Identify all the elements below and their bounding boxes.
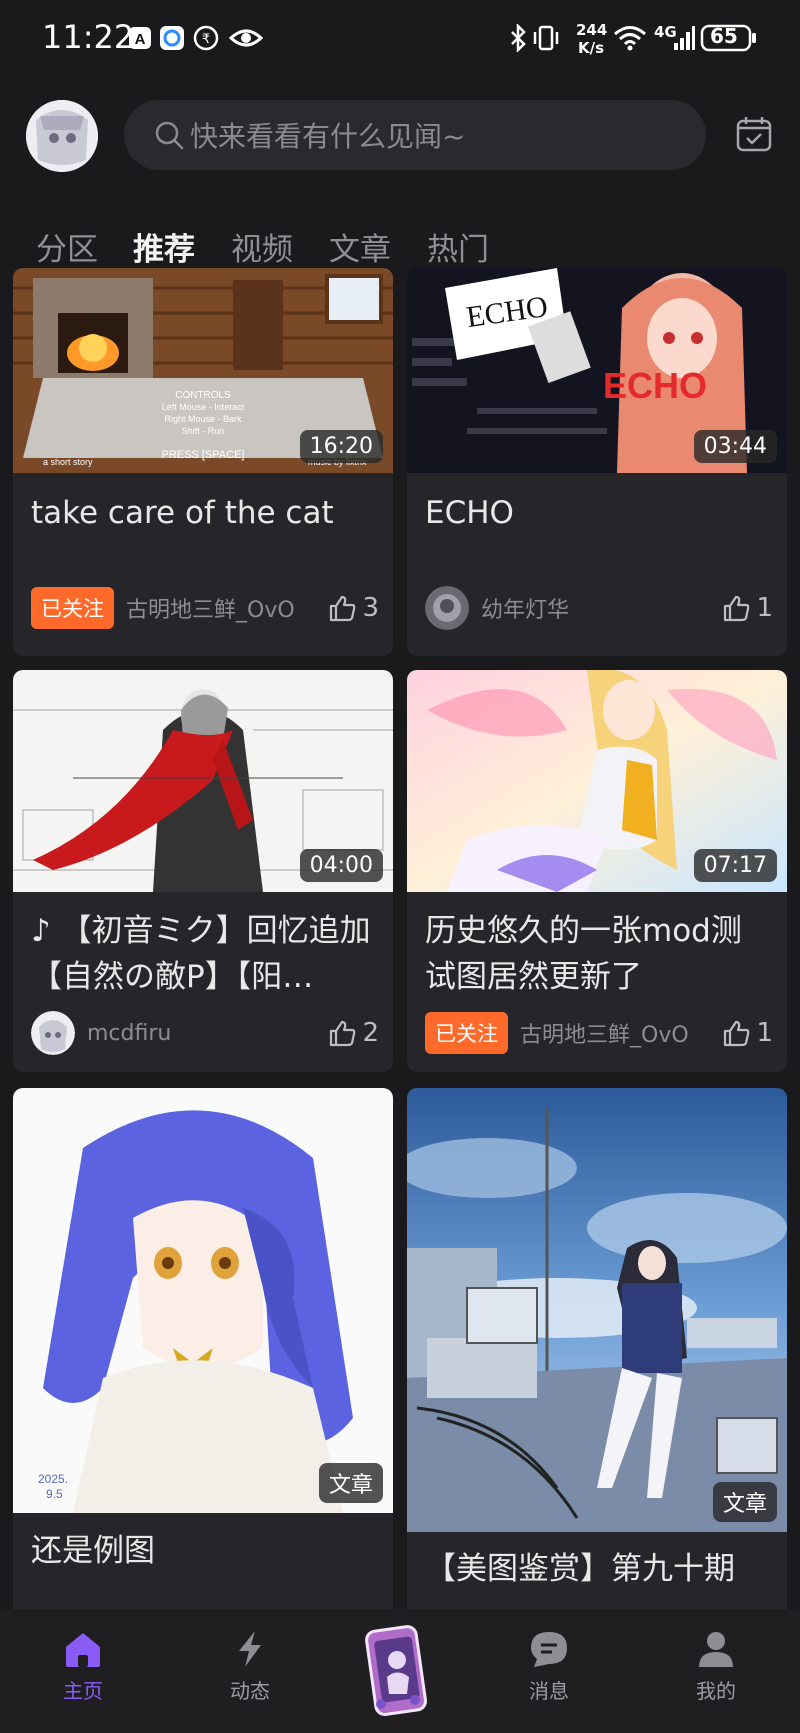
followed-badge: 已关注 <box>425 1012 508 1054</box>
person-icon <box>699 1632 733 1667</box>
nav-home-label: 主页 <box>63 1679 103 1703</box>
wifi-icon <box>612 24 648 52</box>
svg-text:Shift - Run: Shift - Run <box>182 426 225 436</box>
home-icon <box>66 1633 100 1667</box>
feed-card[interactable]: 04:00 ♪ 【初音ミク】回忆追加【自然の敵P】【阳… mcdfiru 2 <box>13 670 393 1072</box>
nav-profile[interactable]: 我的 <box>661 1629 771 1704</box>
card-title: 历史悠久的一张mod测试图居然更新了 <box>425 913 742 995</box>
nav-messages[interactable]: 消息 <box>494 1629 604 1704</box>
video-duration: 04:00 <box>299 849 383 882</box>
like-button[interactable]: 1 <box>722 1018 773 1048</box>
svg-text:ECHO: ECHO <box>603 365 707 406</box>
thumbs-up-icon <box>724 1020 750 1047</box>
status-time: 11:22 <box>42 18 135 56</box>
search-placeholder: 快来看看有什么见闻~ <box>190 120 466 153</box>
video-thumbnail: 04:00 <box>13 670 393 892</box>
card-meta: 幼年灯华 1 <box>425 585 773 631</box>
a-icon: A <box>126 24 154 52</box>
author-avatar[interactable] <box>31 1011 75 1055</box>
video-thumbnail: ECHO ECHO 03:44 <box>407 268 787 473</box>
svg-text:CONTROLS: CONTROLS <box>175 390 231 401</box>
like-count: 1 <box>756 1018 773 1048</box>
center-create-button[interactable] <box>363 1622 437 1718</box>
video-duration: 07:17 <box>693 849 777 882</box>
calendar-check-icon <box>736 117 772 152</box>
video-duration: 16:20 <box>299 430 383 463</box>
nav-activity-label: 动态 <box>230 1679 270 1703</box>
card-title: 【美图鉴赏】第九十期 <box>425 1551 735 1587</box>
card-meta: 已关注 古明地三鲜_OvO 1 <box>425 1010 773 1056</box>
svg-text:PRESS [SPACE]: PRESS [SPACE] <box>162 449 245 461</box>
like-button[interactable]: 3 <box>328 593 379 623</box>
card-title: ECHO <box>425 495 514 531</box>
like-button[interactable]: 2 <box>328 1018 379 1048</box>
battery-level: 65 <box>710 24 738 48</box>
svg-text:2025.: 2025. <box>38 1472 68 1486</box>
thumbs-up-icon <box>724 595 750 622</box>
author-name[interactable]: 古明地三鲜_OvO <box>126 592 328 624</box>
tab-recommend[interactable]: 推荐 <box>133 224 195 269</box>
rupee-icon: ₹ <box>192 24 220 52</box>
like-count: 1 <box>756 593 773 623</box>
mascot-phone-icon <box>365 1625 427 1716</box>
feed-card[interactable]: ECHO ECHO 03:44 ECHO 幼年灯华 1 <box>407 268 787 656</box>
card-title: 还是例图 <box>31 1533 155 1569</box>
browser-icon <box>158 24 186 52</box>
net-speed-value: 244 <box>576 21 608 39</box>
followed-badge: 已关注 <box>31 587 114 629</box>
nav-activity[interactable]: 动态 <box>195 1629 305 1704</box>
svg-text:₹: ₹ <box>202 32 210 47</box>
card-meta: mcdfiru 2 <box>31 1010 379 1056</box>
svg-text:Right Mouse - Bark: Right Mouse - Bark <box>164 414 242 424</box>
bluetooth-icon <box>504 24 532 52</box>
like-count: 2 <box>362 1018 379 1048</box>
tab-hot[interactable]: 热门 <box>427 224 489 269</box>
tab-article[interactable]: 文章 <box>329 224 391 269</box>
thumbs-up-icon <box>330 1020 356 1047</box>
author-name[interactable]: 古明地三鲜_OvO <box>520 1017 722 1049</box>
feed-card[interactable]: CONTROLS Left Mouse - Interact Right Mou… <box>13 268 393 656</box>
search-bar[interactable]: 快来看看有什么见闻~ <box>124 100 706 170</box>
vibrate-icon <box>532 24 560 52</box>
feed-card[interactable]: 2025. 9.5 文章 还是例图 <box>13 1088 393 1648</box>
article-image: 2025. 9.5 文章 <box>13 1088 393 1513</box>
author-avatar[interactable] <box>425 586 469 630</box>
feed-card[interactable]: 07:17 历史悠久的一张mod测试图居然更新了 已关注 古明地三鲜_OvO 1 <box>407 670 787 1072</box>
nav-profile-label: 我的 <box>696 1679 736 1703</box>
feed-card[interactable]: 文章 【美图鉴赏】第九十期 <box>407 1088 787 1648</box>
search-icon <box>155 121 184 150</box>
video-thumbnail: 07:17 <box>407 670 787 892</box>
eye-icon <box>228 24 264 52</box>
article-tag: 文章 <box>712 1482 777 1522</box>
article-image: 文章 <box>407 1088 787 1532</box>
thumbs-up-icon <box>330 595 356 622</box>
calendar-checkin-button[interactable] <box>734 114 774 154</box>
card-title: take care of the cat <box>31 495 334 531</box>
nav-messages-label: 消息 <box>529 1679 569 1703</box>
chat-bubble-icon <box>531 1632 567 1667</box>
svg-text:9.5: 9.5 <box>46 1487 63 1501</box>
net-speed-unit: K/s <box>578 39 605 57</box>
author-name[interactable]: 幼年灯华 <box>481 592 722 624</box>
signal-icon <box>672 24 696 52</box>
lightning-icon <box>239 1631 261 1667</box>
svg-text:Left Mouse - Interact: Left Mouse - Interact <box>162 402 245 412</box>
like-button[interactable]: 1 <box>722 593 773 623</box>
card-title: ♪ 【初音ミク】回忆追加【自然の敵P】【阳… <box>31 913 371 995</box>
user-avatar[interactable] <box>26 100 98 172</box>
nav-home[interactable]: 主页 <box>28 1629 138 1704</box>
status-bar: 11:22 A ₹ 244 K/s 4G 65 <box>0 0 800 80</box>
article-tag: 文章 <box>318 1463 383 1503</box>
video-duration: 03:44 <box>693 430 777 463</box>
like-count: 3 <box>362 593 379 623</box>
svg-text:A: A <box>135 31 146 48</box>
tab-partition[interactable]: 分区 <box>36 224 98 269</box>
video-thumbnail: CONTROLS Left Mouse - Interact Right Mou… <box>13 268 393 473</box>
author-name[interactable]: mcdfiru <box>87 1021 328 1046</box>
svg-text:a short story: a short story <box>43 457 93 467</box>
tab-video[interactable]: 视频 <box>231 224 293 269</box>
card-meta: 已关注 古明地三鲜_OvO 3 <box>31 585 379 631</box>
